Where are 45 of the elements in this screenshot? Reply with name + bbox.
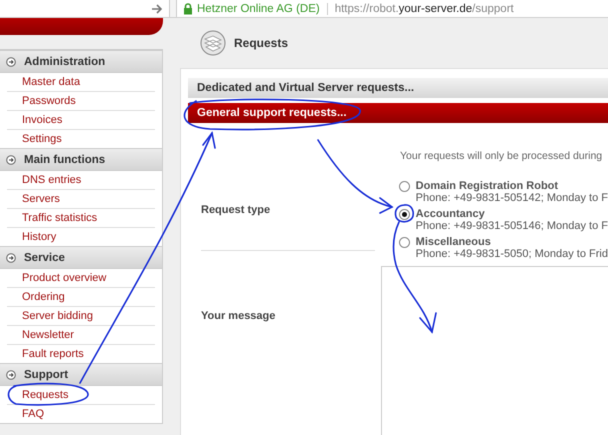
field-label: Your message <box>201 310 276 322</box>
option-phone: Phone: +49-9831-5050; Monday to Frid <box>416 248 608 260</box>
sidebar-link[interactable]: Passwords <box>7 92 155 111</box>
accordion-header[interactable]: General support requests... <box>188 103 608 123</box>
sidebar-link[interactable]: Server bidding <box>7 307 155 326</box>
expand-circle-icon <box>6 56 16 66</box>
sidebar-link[interactable]: Fault reports <box>7 345 155 363</box>
address-field[interactable]: https://robot.your-server.de/support <box>334 2 514 14</box>
circle-mark <box>394 204 414 223</box>
page-title: Requests <box>234 36 288 50</box>
accordion-header[interactable]: Dedicated and Virtual Server requests... <box>188 78 608 98</box>
sidebar-link[interactable]: Traffic statistics <box>7 209 155 228</box>
lock-icon <box>183 2 193 14</box>
radio-button[interactable] <box>398 181 410 192</box>
site-identity[interactable]: Hetzner Online AG (DE) <box>197 2 320 14</box>
forward-arrow-icon[interactable] <box>151 4 163 14</box>
sidebar-link[interactable]: Product overview <box>7 269 155 288</box>
sidebar-link[interactable]: Requests <box>7 386 155 405</box>
option-title: Accountancy <box>416 208 486 220</box>
radio-button[interactable] <box>398 237 410 248</box>
sidebar-link[interactable]: Settings <box>7 130 155 148</box>
section-header[interactable]: Service <box>0 246 162 269</box>
message-field[interactable] <box>380 266 608 435</box>
sidebar-link[interactable]: Master data <box>7 73 155 92</box>
expand-circle-icon <box>6 370 16 380</box>
expand-circle-icon <box>6 154 16 164</box>
option-title: Miscellaneous <box>416 236 492 248</box>
expand-circle-icon <box>6 252 16 262</box>
sidebar-link[interactable]: DNS entries <box>7 171 155 190</box>
radio-button[interactable] <box>398 209 410 220</box>
option-phone: Phone: +49-9831-505142; Monday to F <box>416 192 608 204</box>
sidebar-link[interactable]: History <box>7 228 155 246</box>
keyboard-globe-icon <box>200 30 226 56</box>
notice-text: Your requests will only be processed during <box>400 150 604 162</box>
sidebar-link[interactable]: FAQ <box>7 405 155 423</box>
option-phone: Phone: +49-9831-505146; Monday to F <box>416 220 608 232</box>
field-label: Request type <box>201 204 270 216</box>
sidebar-link[interactable]: Invoices <box>7 111 155 130</box>
section-header[interactable]: Support <box>0 363 162 386</box>
section-header[interactable]: Administration <box>0 50 162 73</box>
sidebar-link[interactable]: Servers <box>7 190 155 209</box>
sidebar-link[interactable]: Ordering <box>7 288 155 307</box>
option-title: Domain Registration Robot <box>416 180 560 192</box>
sidebar-link[interactable]: Newsletter <box>7 326 155 345</box>
section-header[interactable]: Main functions <box>0 148 162 171</box>
